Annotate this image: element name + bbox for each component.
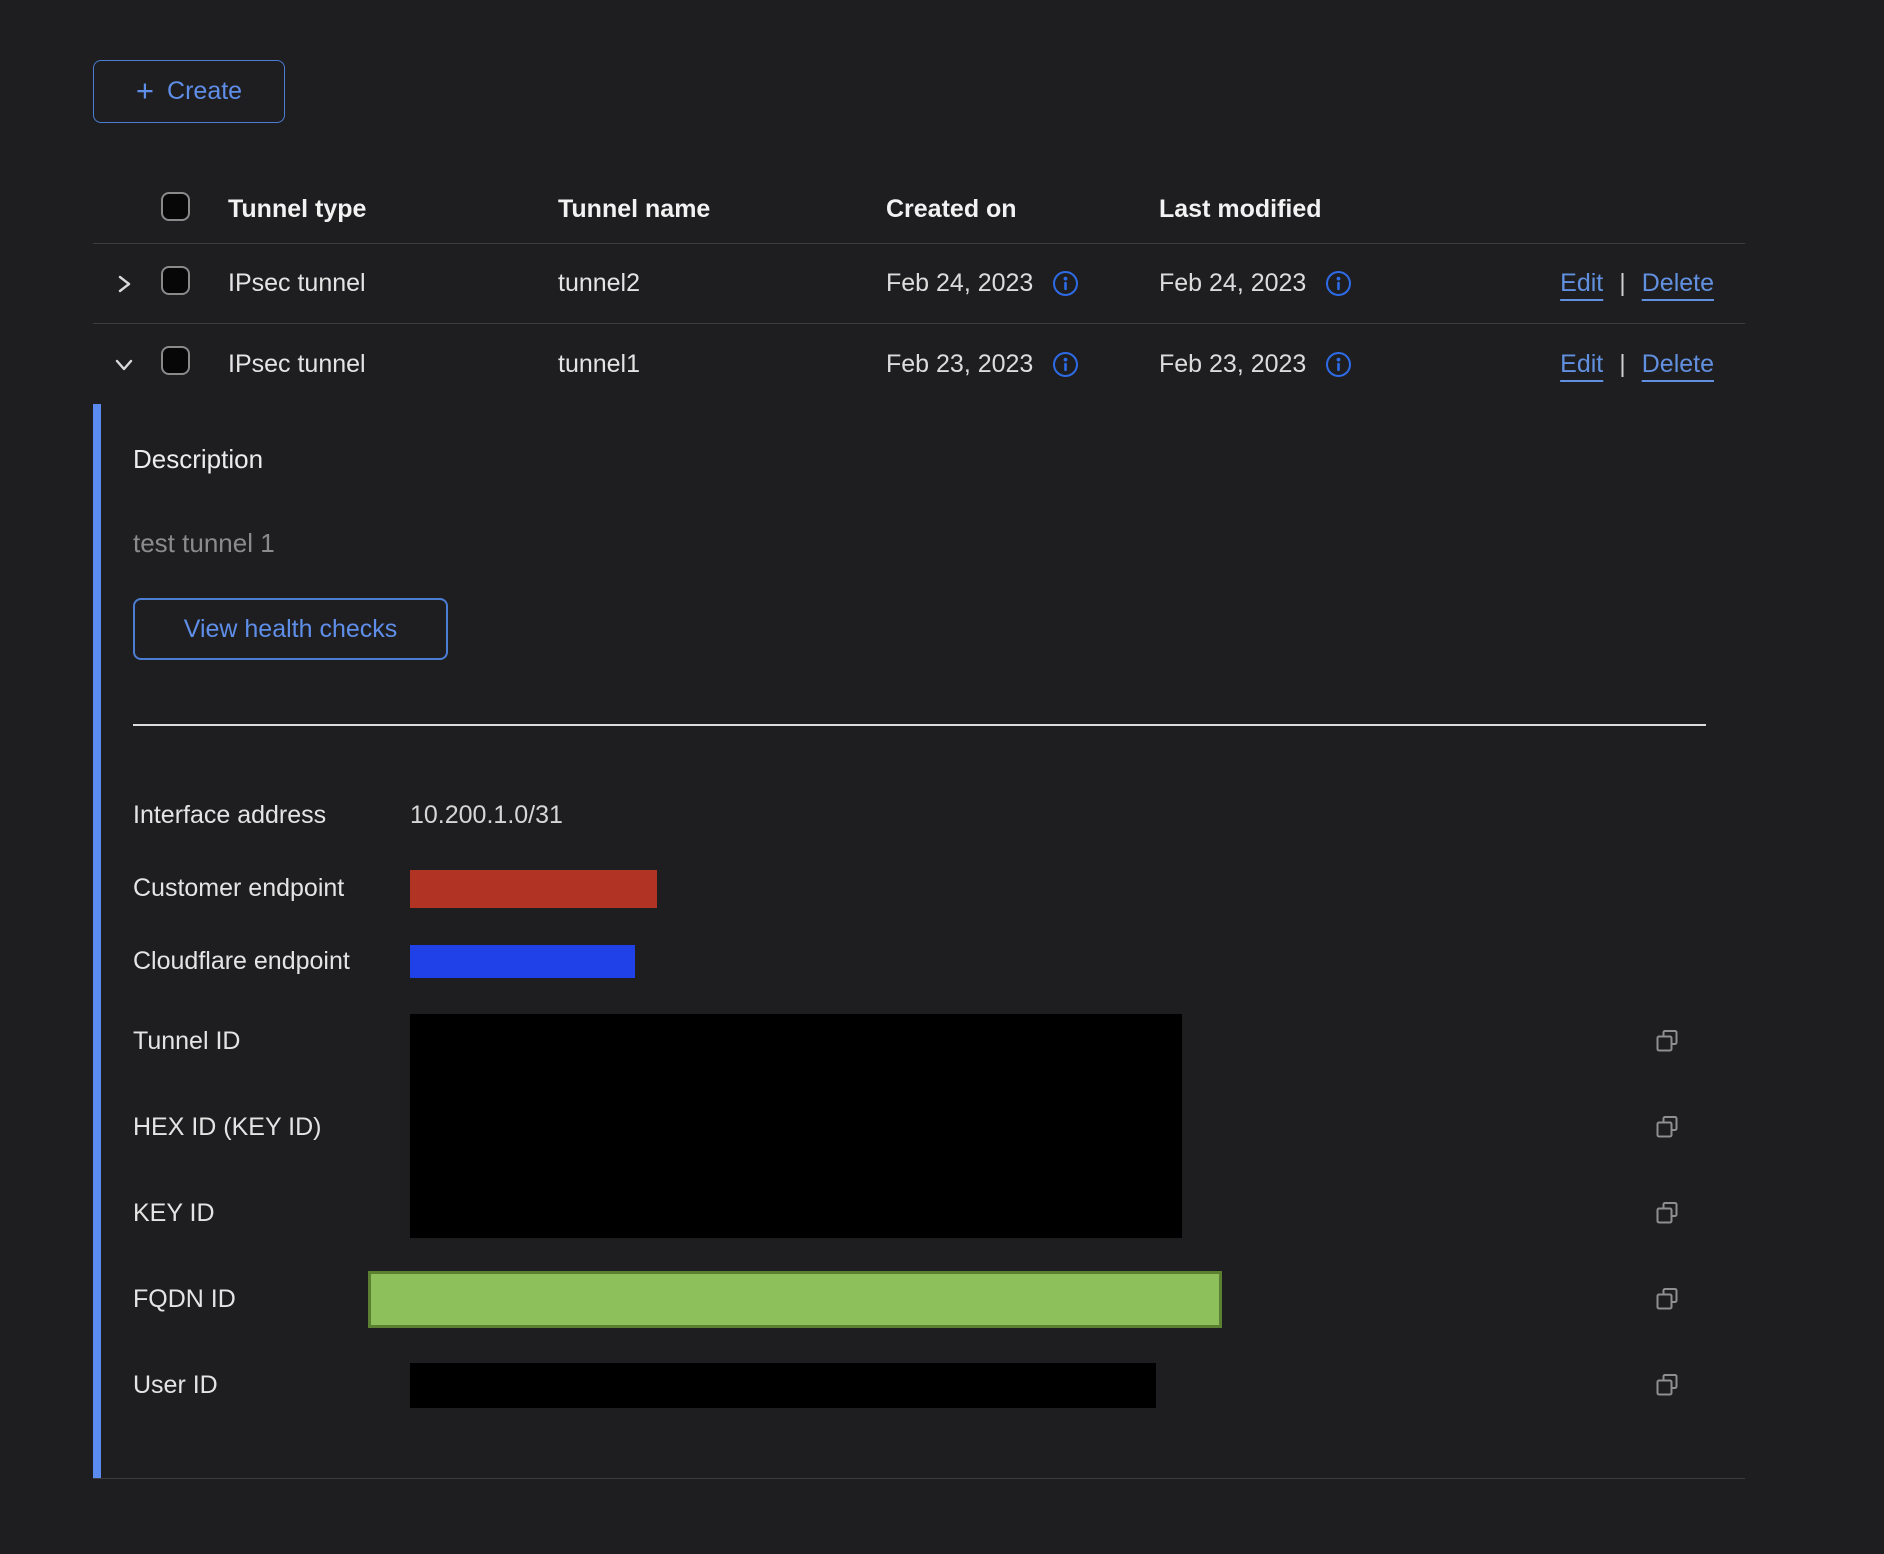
redacted-cloudflare-endpoint [410,945,635,978]
tunnel-name-cell: tunnel2 [558,269,886,298]
header-tunnel-type: Tunnel type [228,195,558,224]
tunnels-table: Tunnel type Tunnel name Created on Last … [93,175,1745,1479]
delete-link[interactable]: Delete [1642,350,1714,379]
interface-address-value: 10.200.1.0/31 [410,801,563,829]
info-icon[interactable] [1052,270,1079,297]
redacted-user-id [410,1363,1156,1408]
detail-label: Customer endpoint [133,874,410,903]
copy-icon[interactable] [1653,1284,1683,1314]
view-health-checks-button[interactable]: View health checks [133,598,448,660]
copy-icon[interactable] [1653,1370,1683,1400]
row-checkbox[interactable] [161,266,190,295]
create-button[interactable]: + Create [93,60,285,123]
edit-link[interactable]: Edit [1560,269,1603,298]
plus-icon: + [136,75,154,106]
actions-separator: | [1619,350,1626,379]
edit-link[interactable]: Edit [1560,350,1603,379]
copy-icon[interactable] [1653,1026,1683,1056]
detail-label: KEY ID [133,1199,410,1228]
redacted-customer-endpoint [410,870,657,908]
redacted-fqdn-id [368,1271,1222,1328]
collapse-row-button[interactable] [93,349,161,379]
detail-row-cloudflare-endpoint: Cloudflare endpoint [133,925,1706,998]
info-icon[interactable] [1325,351,1352,378]
copy-icon[interactable] [1653,1198,1683,1228]
actions-separator: | [1619,269,1626,298]
info-icon[interactable] [1325,270,1352,297]
table-bottom-divider [93,1478,1745,1479]
table-row: IPsec tunnel tunnel2 Feb 24, 2023 Feb 24… [93,244,1745,324]
chevron-down-icon [109,349,139,379]
row-checkbox[interactable] [161,346,190,375]
detail-row-user-id: User ID [133,1342,1706,1428]
tunnel-details-list: Interface address 10.200.1.0/31 Customer… [133,779,1706,1428]
header-tunnel-name: Tunnel name [558,195,886,224]
detail-label: Cloudflare endpoint [133,947,410,976]
detail-label: Tunnel ID [133,1027,410,1056]
tunnel-name-cell: tunnel1 [558,350,886,379]
detail-row-customer-endpoint: Customer endpoint [133,852,1706,925]
detail-label: User ID [133,1371,410,1400]
tunnel-type-cell: IPsec tunnel [228,269,558,298]
tunnel-detail-panel: Description test tunnel 1 View health ch… [93,404,1745,1478]
redacted-ids-overlay [410,1014,1182,1238]
select-all-checkbox[interactable] [161,192,190,221]
table-header-row: Tunnel type Tunnel name Created on Last … [93,175,1745,244]
last-modified-cell: Feb 23, 2023 [1159,350,1306,379]
copy-icon[interactable] [1653,1112,1683,1142]
chevron-right-icon [109,269,139,299]
description-value: test tunnel 1 [133,529,1706,557]
info-icon[interactable] [1052,351,1079,378]
panel-divider [133,724,1706,726]
delete-link[interactable]: Delete [1642,269,1714,298]
redacted-ids-block: Tunnel ID HEX ID (KEY ID) [133,998,1706,1256]
created-on-cell: Feb 23, 2023 [886,350,1033,379]
table-row: IPsec tunnel tunnel1 Feb 23, 2023 Feb 23… [93,324,1745,404]
detail-row-fqdn-id: FQDN ID [133,1256,1706,1342]
header-created-on: Created on [886,195,1159,224]
description-label: Description [133,445,1706,473]
detail-label: Interface address [133,801,410,830]
last-modified-cell: Feb 24, 2023 [1159,269,1306,298]
expand-row-button[interactable] [93,269,161,299]
created-on-cell: Feb 24, 2023 [886,269,1033,298]
detail-label: HEX ID (KEY ID) [133,1113,410,1142]
header-last-modified: Last modified [1159,195,1432,224]
create-button-label: Create [167,77,242,106]
tunnel-type-cell: IPsec tunnel [228,350,558,379]
detail-row-interface-address: Interface address 10.200.1.0/31 [133,779,1706,852]
